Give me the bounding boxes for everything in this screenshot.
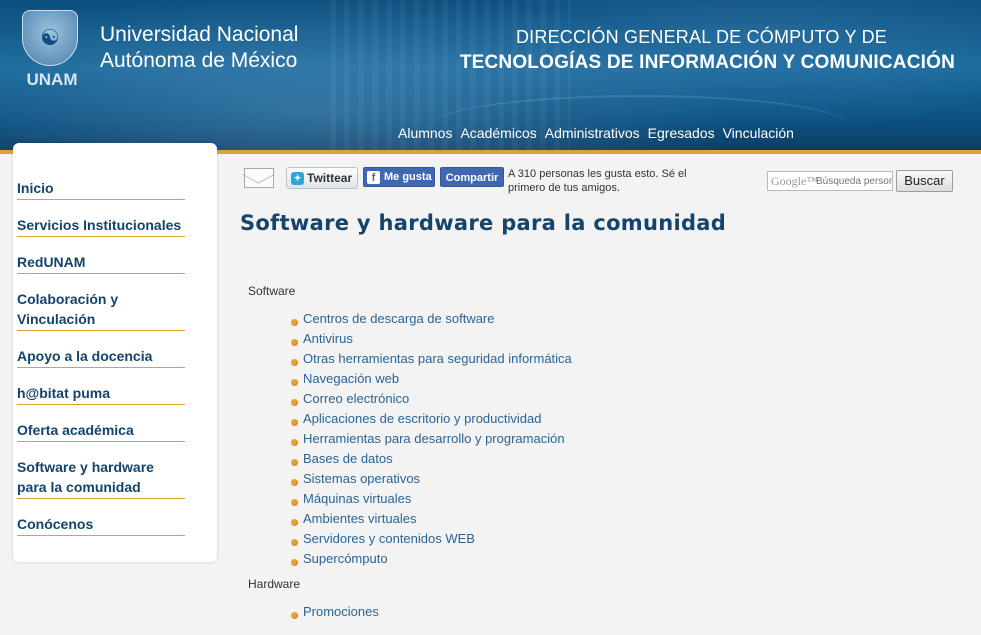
list-item[interactable]: Centros de descarga de software [291, 309, 572, 329]
bullet-icon [291, 318, 298, 326]
facebook-icon: f [367, 170, 380, 184]
sidebar-item-colaboracion[interactable]: Colaboración y Vinculación [17, 289, 185, 331]
tweet-button[interactable]: ✦ Twittear [286, 167, 359, 189]
list-item-label: Servidores y contenidos WEB [303, 531, 475, 546]
sidebar-item-conocenos[interactable]: Conócenos [17, 514, 185, 536]
list-item[interactable]: Ambientes virtuales [291, 509, 572, 529]
section-label-software: Software [248, 284, 296, 298]
list-item[interactable]: Correo electrónico [291, 389, 572, 409]
unam-shield-icon: ☯ [22, 10, 78, 66]
sidebar-item-oferta-academica[interactable]: Oferta académica [17, 420, 185, 442]
section-label-hardware: Hardware [248, 577, 301, 591]
site-header: ☯ UNAM Universidad Nacional Autónoma de … [0, 0, 981, 154]
list-item-label: Bases de datos [303, 451, 393, 466]
sidebar-item-servicios-institucionales[interactable]: Servicios Institucionales [17, 215, 185, 237]
university-name-line2: Autónoma de México [100, 49, 298, 72]
list-item-label: Supercómputo [303, 551, 388, 566]
page-title: Software y hardware para la comunidad [240, 211, 727, 235]
bullet-icon [291, 458, 298, 466]
top-navigation: Alumnos Académicos Administrativos Egres… [398, 125, 794, 141]
like-label: Me gusta [384, 171, 432, 183]
sidebar-item-inicio[interactable]: Inicio [17, 178, 185, 200]
nav-item-vinculacion[interactable]: Vinculación [723, 125, 794, 141]
bullet-icon [291, 558, 298, 566]
list-item[interactable]: Servidores y contenidos WEB [291, 529, 572, 549]
list-item[interactable]: Promociones [291, 602, 379, 622]
logo-text: UNAM [26, 70, 78, 89]
dependency-name-line1: DIRECCIÓN GENERAL DE CÓMPUTO Y DE [515, 27, 887, 47]
bullet-icon [291, 498, 298, 506]
list-item-label: Sistemas operativos [303, 471, 421, 486]
list-item[interactable]: Sistemas operativos [291, 469, 572, 489]
list-item[interactable]: Máquinas virtuales [291, 489, 572, 509]
list-item-label: Correo electrónico [303, 391, 410, 406]
bullet-icon [291, 378, 298, 386]
list-item-label: Centros de descarga de software [303, 311, 495, 326]
list-item[interactable]: Bases de datos [291, 449, 572, 469]
hardware-link-list: Promociones [291, 602, 379, 622]
sidebar-item-redunam[interactable]: RedUNAM [17, 252, 185, 274]
like-count-text: A 310 personas les gusta esto. Sé el pri… [508, 168, 687, 194]
dependency-name-line2: TECNOLOGÍAS DE INFORMACIÓN Y COMUNICACIÓ… [459, 52, 955, 73]
university-name-line1: Universidad Nacional [100, 23, 299, 46]
nav-item-egresados[interactable]: Egresados [648, 125, 715, 141]
bullet-icon [291, 338, 298, 346]
list-item-label: Otras herramientas para seguridad inform… [303, 351, 572, 366]
list-item-label: Ambientes virtuales [303, 511, 417, 526]
list-item-label: Antivirus [303, 331, 353, 346]
search-input[interactable] [767, 171, 893, 191]
nav-item-alumnos[interactable]: Alumnos [398, 125, 452, 141]
university-name[interactable]: Universidad Nacional Autónoma de México [100, 22, 298, 74]
list-item-label: Herramientas para desarrollo y programac… [303, 431, 565, 446]
main-content: ✦ Twittear f Me gusta Compartir A 310 pe… [230, 154, 981, 635]
list-item[interactable]: Aplicaciones de escritorio y productivid… [291, 409, 572, 429]
sidebar-item-apoyo-docencia[interactable]: Apoyo a la docencia [17, 346, 185, 368]
sidebar-item-habitat-puma[interactable]: h@bitat puma [17, 383, 185, 405]
nav-item-administrativos[interactable]: Administrativos [545, 125, 640, 141]
list-item-label: Máquinas virtuales [303, 491, 412, 506]
bullet-icon [291, 538, 298, 546]
bullet-icon [291, 438, 298, 446]
list-item-label: Navegación web [303, 371, 400, 386]
tweet-label: Twittear [307, 171, 353, 185]
bullet-icon [291, 611, 298, 619]
bullet-icon [291, 518, 298, 526]
facebook-like-button[interactable]: f Me gusta [363, 167, 435, 187]
software-link-list: Centros de descarga de software Antiviru… [291, 309, 572, 569]
bullet-icon [291, 358, 298, 366]
nav-item-academicos[interactable]: Académicos [460, 125, 536, 141]
sidebar-menu: Inicio Servicios Institucionales RedUNAM… [13, 143, 217, 562]
twitter-bird-icon: ✦ [291, 171, 304, 185]
search-button[interactable]: Buscar [896, 170, 953, 192]
bullet-icon [291, 418, 298, 426]
list-item[interactable]: Otras herramientas para seguridad inform… [291, 349, 572, 369]
bullet-icon [291, 478, 298, 486]
list-item[interactable]: Navegación web [291, 369, 572, 389]
envelope-icon[interactable] [244, 168, 274, 188]
list-item[interactable]: Antivirus [291, 329, 572, 349]
list-item[interactable]: Supercómputo [291, 549, 572, 569]
unam-logo[interactable]: ☯ UNAM [22, 10, 80, 89]
bullet-icon [291, 398, 298, 406]
list-item-label: Promociones [303, 604, 379, 619]
facebook-share-button[interactable]: Compartir [440, 167, 504, 187]
list-item[interactable]: Herramientas para desarrollo y programac… [291, 429, 572, 449]
list-item-label: Aplicaciones de escritorio y productivid… [303, 411, 542, 426]
sidebar-item-software-hardware[interactable]: Software y hardware para la comunidad [17, 457, 185, 499]
